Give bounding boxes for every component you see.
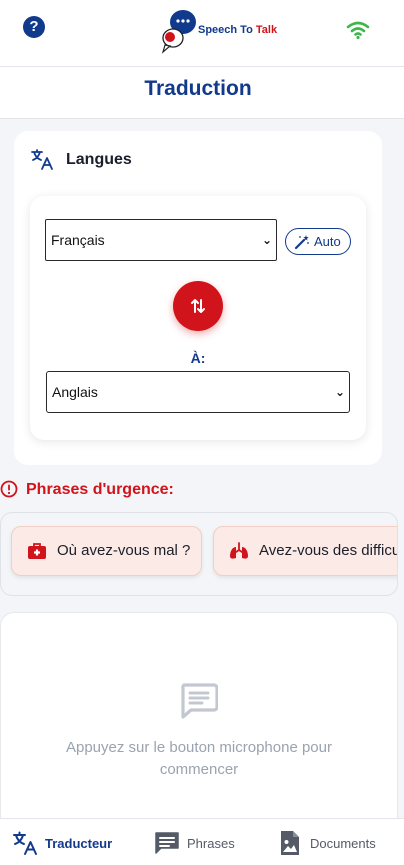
source-language-select[interactable]: Français ⌄ [45, 219, 277, 261]
translate-icon [13, 831, 37, 855]
nav-label-documents: Documents [310, 836, 376, 851]
swap-languages-button[interactable] [173, 281, 223, 331]
empty-state-text: Appuyez sur le bouton microphone pour co… [65, 739, 332, 778]
nav-item-documents[interactable]: Documents [277, 819, 387, 865]
languages-card: Langues Français ⌄ Auto À: Anglais ⌄ [14, 131, 382, 465]
app-header: ? Speech To Talk [0, 0, 404, 67]
emergency-phrase-chip[interactable]: Où avez-vous mal ? [11, 526, 202, 576]
chevron-down-icon: ⌄ [334, 385, 345, 399]
title-bar: Traduction [0, 67, 404, 119]
translate-icon [31, 149, 53, 170]
emergency-phrase-label: Avez-vous des difficu [259, 542, 398, 559]
chevron-down-icon: ⌄ [261, 233, 272, 247]
target-language-select[interactable]: Anglais ⌄ [46, 371, 350, 413]
source-language-value: Français [51, 232, 105, 248]
alert-circle-icon [0, 480, 18, 498]
target-language-value: Anglais [52, 384, 98, 400]
magic-wand-icon [294, 235, 309, 250]
help-icon[interactable]: ? [23, 16, 45, 38]
lungs-icon [230, 542, 248, 559]
chat-message-icon [181, 683, 218, 719]
logo-text: Speech To Talk [198, 24, 278, 36]
nav-item-phrases[interactable]: Phrases [153, 819, 243, 865]
auto-detect-button[interactable]: Auto [285, 228, 351, 255]
emergency-phrase-chip[interactable]: Avez-vous des difficu [213, 526, 398, 576]
medical-bag-icon [28, 543, 46, 559]
wifi-icon [346, 21, 370, 40]
nav-label-phrases: Phrases [187, 836, 235, 851]
emergency-phrases-list[interactable]: Où avez-vous mal ? Avez-vous des difficu [0, 512, 398, 596]
emergency-phrase-label: Où avez-vous mal ? [57, 542, 191, 559]
auto-detect-label: Auto [314, 234, 341, 249]
nav-item-translator[interactable]: Traducteur [10, 819, 120, 865]
page-title: Traduction [144, 77, 252, 100]
transcript-area: Appuyez sur le bouton microphone pour co… [0, 612, 398, 822]
swap-vertical-icon [191, 299, 205, 313]
target-language-label: À: [190, 350, 206, 366]
languages-heading: Langues [66, 151, 132, 168]
bottom-navigation: Traducteur Phrases Documents [0, 818, 404, 865]
emergency-phrases-heading: Phrases d'urgence: [26, 481, 174, 498]
language-selector-panel: Français ⌄ Auto À: Anglais ⌄ [30, 196, 366, 440]
document-image-icon [281, 831, 299, 855]
message-icon [155, 832, 179, 854]
nav-label-translator: Traducteur [45, 836, 113, 851]
